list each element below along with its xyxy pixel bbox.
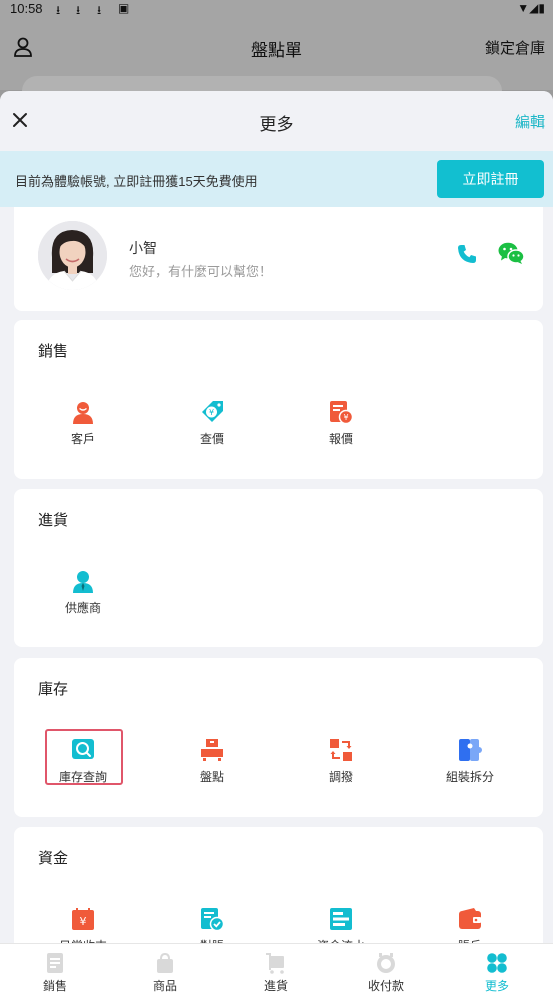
sales-doc-icon (47, 953, 63, 973)
customer-icon (73, 402, 93, 424)
cash-flow-icon (330, 908, 352, 930)
edit-button[interactable]: 編輯 (515, 111, 545, 132)
register-button[interactable]: 立即註冊 (437, 160, 544, 198)
section-title: 資金 (38, 850, 69, 867)
tab-sales[interactable]: 銷售 (0, 944, 110, 994)
phone-icon[interactable] (456, 243, 478, 265)
customer-item[interactable]: 客戶 (19, 400, 147, 460)
sheet-title: 更多 (259, 115, 294, 134)
svg-text:¥: ¥ (80, 915, 87, 928)
section-title: 銷售 (38, 343, 69, 360)
transfer-item[interactable]: 調撥 (277, 738, 405, 798)
status-bar: 10:58 ⭳ ⭳ ⭳ ▣ ▼◢▮ (0, 0, 553, 18)
app-notification-icon: ▣ (118, 1, 130, 15)
sheet-header: 更多 編輯 (0, 91, 553, 151)
sales-section: 銷售 客戶 ¥ 查價 ¥ 報價 (14, 320, 543, 479)
daily-finance-icon: ¥ (72, 908, 94, 930)
item-label: 客戶 (70, 432, 95, 446)
avatar (38, 221, 107, 290)
price-tag-icon: ¥ (202, 401, 223, 422)
assistant-greeting: 您好，有什麼可以幫您！ (129, 264, 273, 279)
section-title: 庫存 (38, 681, 69, 698)
item-label: 調撥 (328, 770, 353, 784)
item-label: 供應商 (64, 601, 101, 615)
trial-banner: 目前為體驗帳號, 立即註冊獲15天免費使用 立即註冊 (0, 151, 553, 207)
transfer-icon (330, 739, 352, 761)
signal-battery-icon: ▼◢▮ (517, 1, 545, 15)
item-label: 庫存查詢 (58, 770, 107, 784)
more-grid-icon (487, 953, 507, 973)
lock-warehouse-link[interactable]: 鎖定倉庫 (485, 37, 545, 58)
tab-purchase[interactable]: 進貨 (221, 944, 331, 994)
bottom-tab-bar: 銷售 商品 進貨 收付款 更多 (0, 943, 553, 994)
tab-more[interactable]: 更多 (442, 944, 552, 994)
svg-text:¥: ¥ (209, 408, 214, 417)
tab-label: 進貨 (263, 979, 288, 993)
svg-text:¥: ¥ (343, 413, 348, 422)
inventory-search-icon (72, 739, 94, 759)
price-check-item[interactable]: ¥ 查價 (148, 400, 276, 460)
assemble-icon (459, 739, 482, 761)
item-label: 查價 (199, 432, 224, 446)
more-sheet: 更多 編輯 目前為體驗帳號, 立即註冊獲15天免費使用 立即註冊 小智 您好，有… (0, 91, 553, 994)
assistant-card: 小智 您好，有什麼可以幫您！ (14, 207, 543, 311)
stocktake-icon (201, 739, 223, 761)
supplier-icon (73, 571, 93, 593)
item-label: 報價 (328, 432, 353, 446)
tab-label: 更多 (484, 979, 509, 993)
quote-icon: ¥ (330, 401, 353, 424)
payment-icon (377, 953, 395, 973)
item-label: 組裝拆分 (445, 770, 494, 784)
bag-icon (157, 952, 173, 973)
stocktake-item[interactable]: 盤點 (148, 738, 276, 798)
tab-label: 收付款 (367, 979, 404, 993)
tab-payments[interactable]: 收付款 (331, 944, 441, 994)
reconcile-icon (201, 908, 224, 931)
assemble-item[interactable]: 組裝拆分 (406, 738, 534, 798)
banner-message: 目前為體驗帳號, 立即註冊獲15天免費使用 (15, 174, 258, 189)
wallet-icon (459, 908, 481, 929)
supplier-item[interactable]: 供應商 (19, 569, 147, 629)
quote-item[interactable]: ¥ 報價 (277, 400, 405, 460)
cart-icon (266, 953, 284, 974)
tab-label: 商品 (152, 979, 177, 993)
item-label: 盤點 (199, 770, 224, 784)
section-title: 進貨 (38, 512, 69, 529)
tab-products[interactable]: 商品 (110, 944, 220, 994)
inventory-query-item[interactable]: 庫存查詢 (19, 729, 147, 798)
inventory-section: 庫存 庫存查詢 盤點 調撥 組裝拆分 (14, 658, 543, 817)
assistant-name: 小智 (129, 240, 157, 256)
background-title: 盤點單 (251, 41, 302, 60)
wechat-icon[interactable] (497, 241, 525, 265)
tab-label: 銷售 (42, 979, 67, 993)
status-time: 10:58 (10, 1, 43, 16)
purchase-section: 進貨 供應商 (14, 489, 543, 647)
